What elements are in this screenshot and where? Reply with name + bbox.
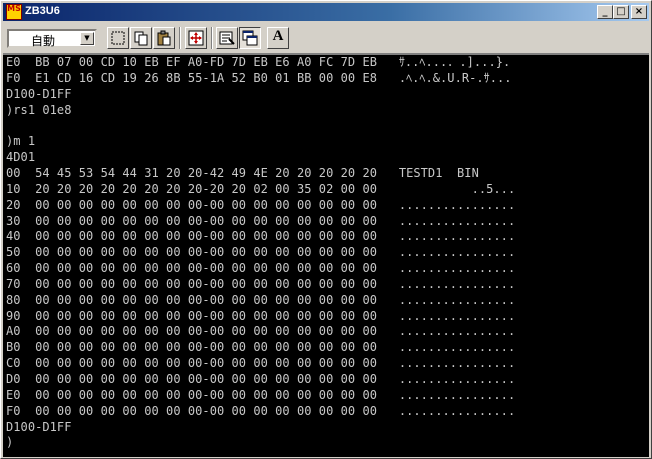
- title-bar[interactable]: MS ZB3U6 _ □ ×: [3, 3, 649, 21]
- paste-icon: [157, 30, 171, 46]
- terminal-line: 40 00 00 00 00 00 00 00 00-00 00 00 00 0…: [6, 229, 516, 244]
- terminal-line: D100-D1FF: [6, 419, 72, 434]
- terminal-line: 00 54 45 53 54 44 31 20 20-42 49 4E 20 2…: [6, 165, 479, 180]
- font-icon: A: [272, 28, 284, 44]
- toolbar-separator: [179, 27, 181, 49]
- close-button[interactable]: ×: [631, 5, 647, 19]
- mode-select-value: 自動: [31, 34, 56, 48]
- terminal-line: )m 1: [6, 134, 36, 149]
- app-icon[interactable]: MS: [6, 4, 22, 20]
- chevron-down-icon[interactable]: ▼: [80, 32, 94, 45]
- paste-button[interactable]: [153, 27, 175, 49]
- terminal-line: 10 20 20 20 20 20 20 20 20-20 20 02 00 3…: [6, 181, 516, 196]
- terminal-line: 60 00 00 00 00 00 00 00 00-00 00 00 00 0…: [6, 261, 516, 276]
- maximize-button[interactable]: □: [613, 5, 629, 19]
- move-icon: [188, 30, 204, 46]
- terminal-line: A0 00 00 00 00 00 00 00 00-00 00 00 00 0…: [6, 324, 516, 339]
- terminal-line: E0 BB 07 00 CD 10 EB EF A0-FD 7D EB E6 A…: [6, 55, 511, 69]
- terminal-line: F0 00 00 00 00 00 00 00 00-00 00 00 00 0…: [6, 403, 516, 418]
- terminal-line: 90 00 00 00 00 00 00 00 00-00 00 00 00 0…: [6, 308, 516, 323]
- properties-button[interactable]: [216, 27, 238, 49]
- terminal-line: 80 00 00 00 00 00 00 00 00-00 00 00 00 0…: [6, 292, 516, 307]
- copy-icon: [134, 31, 148, 46]
- terminal-line: F0 E1 CD 16 CD 19 26 8B 55-1A 52 B0 01 B…: [6, 70, 512, 85]
- terminal-line: 30 00 00 00 00 00 00 00 00-00 00 00 00 0…: [6, 213, 516, 228]
- terminal-output[interactable]: E0 BB 07 00 CD 10 EB EF A0-FD 7D EB E6 A…: [3, 54, 649, 457]
- select-region-icon: [111, 31, 125, 45]
- terminal-line: D0 00 00 00 00 00 00 00 00-00 00 00 00 0…: [6, 372, 516, 386]
- move-button[interactable]: [185, 27, 207, 49]
- terminal-line: C0 00 00 00 00 00 00 00 00-00 00 00 00 0…: [6, 356, 516, 371]
- app-window: MS ZB3U6 _ □ × 自動 ▼ A E0 BB 07 00 CD 10 …: [0, 0, 652, 459]
- terminal-line: 70 00 00 00 00 00 00 00 00-00 00 00 00 0…: [6, 276, 516, 291]
- mode-select[interactable]: 自動 ▼: [7, 29, 97, 48]
- terminal-line: )rs1 01e8: [6, 102, 72, 117]
- terminal-line: 4D01: [6, 150, 36, 165]
- copy-button[interactable]: [130, 27, 152, 49]
- terminal-line: E0 00 00 00 00 00 00 00 00-00 00 00 00 0…: [6, 387, 516, 402]
- terminal-line: 20 00 00 00 00 00 00 00 00-00 00 00 00 0…: [6, 197, 516, 212]
- properties-icon: [219, 31, 235, 45]
- terminal-line: 50 00 00 00 00 00 00 00 00-00 00 00 00 0…: [6, 245, 516, 260]
- window-title: ZB3U6: [25, 5, 60, 17]
- minimize-button[interactable]: _: [597, 5, 613, 19]
- terminal-line: D100-D1FF: [6, 86, 72, 101]
- window-mode-icon: [242, 30, 258, 46]
- terminal-line: ): [6, 435, 14, 450]
- toolbar: 自動 ▼ A: [3, 23, 649, 54]
- window-mode-button[interactable]: [239, 27, 261, 49]
- toolbar-separator: [211, 27, 213, 49]
- font-button[interactable]: A: [267, 27, 289, 49]
- terminal-line: B0 00 00 00 00 00 00 00 00-00 00 00 00 0…: [6, 340, 516, 355]
- select-region-button[interactable]: [107, 27, 129, 49]
